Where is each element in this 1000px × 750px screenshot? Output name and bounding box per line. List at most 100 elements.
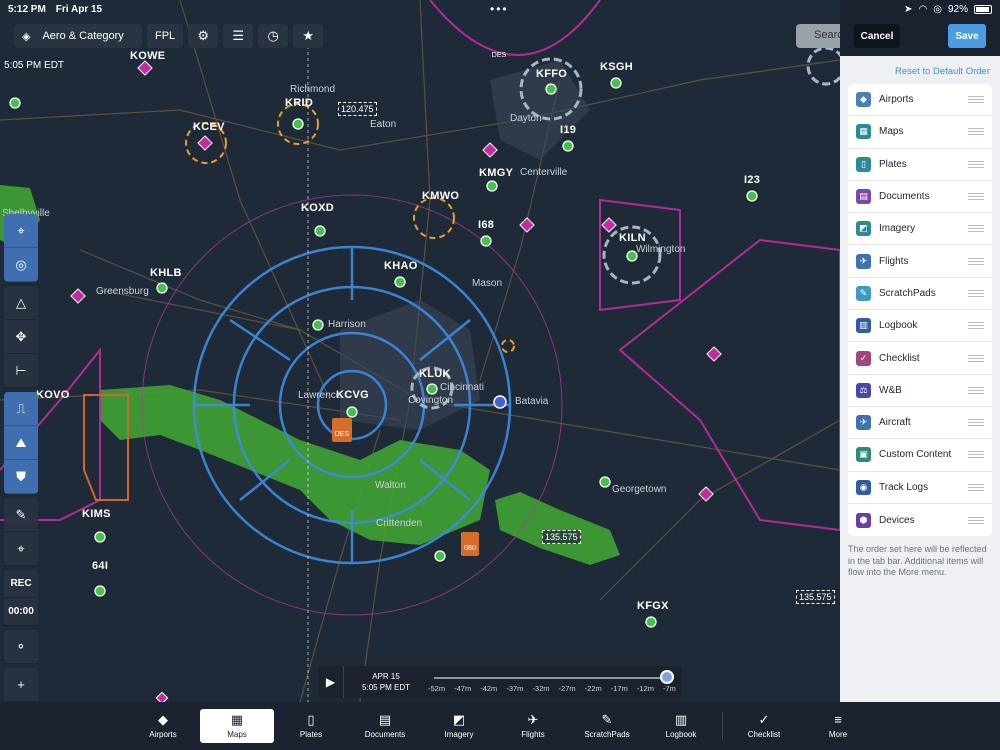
airport-label[interactable]: I68 <box>478 219 494 231</box>
timeline-knob[interactable] <box>660 670 674 684</box>
departure-marker[interactable]: DES <box>488 52 510 66</box>
airport-label[interactable]: I19 <box>560 124 576 136</box>
tab-plates[interactable]: ▯ Plates <box>274 709 348 743</box>
airport-label[interactable]: KOVO <box>36 389 70 401</box>
departure-marker[interactable]: DES <box>332 418 352 442</box>
city-label: Crittenden <box>376 518 423 529</box>
drag-handle-icon[interactable] <box>968 193 984 201</box>
drag-handle-icon[interactable] <box>968 96 984 104</box>
airport-label[interactable]: KIMS <box>82 508 111 520</box>
airport-label[interactable]: I23 <box>744 174 760 186</box>
airport-label[interactable]: KFFO <box>536 68 567 80</box>
airport-label[interactable]: KSGH <box>600 61 633 73</box>
drag-handle-icon[interactable] <box>968 160 984 168</box>
airport-label[interactable]: KLUK <box>419 368 451 380</box>
tab-separator <box>722 712 723 740</box>
tab-order-row[interactable]: ▯ Plates <box>848 149 992 181</box>
airport-label[interactable]: KHLB <box>150 267 182 279</box>
layer-selector-button[interactable]: ◈ Aero & Category <box>14 24 142 48</box>
tab-more[interactable]: ≡ More <box>801 709 875 743</box>
track-up-button[interactable]: ◎ <box>4 248 38 282</box>
tab-order-row[interactable]: ▥ Logbook <box>848 310 992 343</box>
favorites-button[interactable]: ★ <box>293 24 324 48</box>
city-label: Walton <box>375 480 406 491</box>
document-icon: ▤ <box>856 189 871 205</box>
tab-order-row[interactable]: ✓ Checklist <box>848 342 992 375</box>
play-button[interactable]: ▶ <box>318 666 344 698</box>
airport-label[interactable]: KCEV <box>193 121 225 133</box>
tab-flights[interactable]: ✈ Flights <box>496 709 570 743</box>
drag-handle-icon[interactable] <box>968 257 984 265</box>
tab-order-row[interactable]: ⚖ W&B <box>848 375 992 407</box>
tab-order-row[interactable]: ▦ Maps <box>848 116 992 149</box>
ruler-button[interactable]: ⊢ <box>4 354 38 388</box>
tab-scratchpads[interactable]: ✎ ScratchPads <box>570 709 644 743</box>
city-label: Cincinnati <box>440 382 484 393</box>
airport-label[interactable]: KFGX <box>637 600 669 612</box>
heading-marker[interactable]: 080 <box>461 532 479 556</box>
shield-button[interactable]: ⛊ <box>4 460 38 494</box>
airport-label[interactable]: KOWE <box>130 50 165 62</box>
drag-handle-icon[interactable] <box>968 516 984 524</box>
flight-icon: ✈ <box>527 712 539 727</box>
check-icon: ✓ <box>758 712 770 727</box>
tab-order-row[interactable]: ✎ ScratchPads <box>848 278 992 311</box>
tab-label: Maps <box>227 730 247 739</box>
settings-button[interactable]: ⚙ <box>188 24 219 48</box>
centered-on-ownship-button[interactable]: ⌖ <box>4 214 38 248</box>
airport-label[interactable]: KMWO <box>422 190 459 202</box>
tab-order-row[interactable]: ◩ Imagery <box>848 213 992 246</box>
search-input[interactable]: Search <box>796 24 846 48</box>
drag-handle-icon[interactable] <box>968 483 984 491</box>
drag-handle-icon[interactable] <box>968 322 984 330</box>
tab-order-row[interactable]: ▤ Documents <box>848 181 992 214</box>
tab-order-row[interactable]: ◆ Airports <box>848 84 992 117</box>
drag-handle-icon[interactable] <box>968 451 984 459</box>
drag-handle-icon[interactable] <box>968 354 984 362</box>
map-view[interactable]: KRID KCEV KFFO KSGH KMGY KMWO KOXD KHAO … <box>0 0 840 702</box>
drag-handle-icon[interactable] <box>968 419 984 427</box>
reset-default-order-link[interactable]: Reset to Default Order <box>895 66 990 77</box>
airport-label[interactable]: KHAO <box>384 260 418 272</box>
record-button[interactable]: REC <box>4 570 38 598</box>
waypoint-route-button[interactable]: ⚬ <box>4 630 38 664</box>
profile-view-button[interactable]: ⎍ <box>4 392 38 426</box>
timeline-scrubber[interactable]: -52m -47m -42m -37m -32m -27m -22m -17m … <box>428 666 682 698</box>
tab-maps[interactable]: ▦ Maps <box>200 709 274 743</box>
tab-order-row[interactable]: ✈ Aircraft <box>848 407 992 440</box>
route-button[interactable]: △ <box>4 286 38 320</box>
tab-imagery[interactable]: ◩ Imagery <box>422 709 496 743</box>
panel-note: The order set here will be reflected in … <box>848 544 987 577</box>
airport-label[interactable]: KOXD <box>301 202 334 214</box>
map-icon: ▦ <box>856 124 871 140</box>
tab-order-row[interactable]: ◉ Track Logs <box>848 472 992 504</box>
map-tools-button[interactable]: ☰ <box>223 24 254 48</box>
fpl-button[interactable]: FPL <box>147 24 184 48</box>
tab-order-row[interactable]: ▣ Custom Content <box>848 439 992 472</box>
tab-checklist[interactable]: ✓ Checklist <box>727 709 801 743</box>
tab-logbook[interactable]: ▥ Logbook <box>644 709 718 743</box>
compass-icon: ◎ <box>15 256 27 272</box>
terrain-view-button[interactable]: ⛰ <box>4 426 38 460</box>
drag-handle-icon[interactable] <box>968 128 984 136</box>
drop-pin-button[interactable]: ⌖ <box>4 532 38 566</box>
tab-order-row[interactable]: ⬢ Devices <box>848 504 992 536</box>
headphones-icon: ◎ <box>933 3 942 15</box>
draw-button[interactable]: ✎ <box>4 498 38 532</box>
zoom-in-button[interactable]: + <box>4 668 38 702</box>
tab-airports[interactable]: ◆ Airports <box>126 709 200 743</box>
multitasking-dots-icon[interactable]: ••• <box>490 2 509 16</box>
drag-handle-icon[interactable] <box>968 386 984 394</box>
airport-label[interactable]: KRID <box>285 97 313 109</box>
tab-order-row[interactable]: ✈ Flights <box>848 245 992 278</box>
save-button[interactable]: Save <box>948 24 986 48</box>
airport-label[interactable]: 64I <box>92 560 108 572</box>
airport-label[interactable]: KILN <box>619 232 646 244</box>
drag-handle-icon[interactable] <box>968 289 984 297</box>
instruments-button[interactable]: ◷ <box>258 24 289 48</box>
tab-documents[interactable]: ▤ Documents <box>348 709 422 743</box>
airport-label[interactable]: KMGY <box>479 167 513 179</box>
traffic-button[interactable]: ✥ <box>4 320 38 354</box>
cancel-button[interactable]: Cancel <box>854 24 900 48</box>
drag-handle-icon[interactable] <box>968 225 984 233</box>
